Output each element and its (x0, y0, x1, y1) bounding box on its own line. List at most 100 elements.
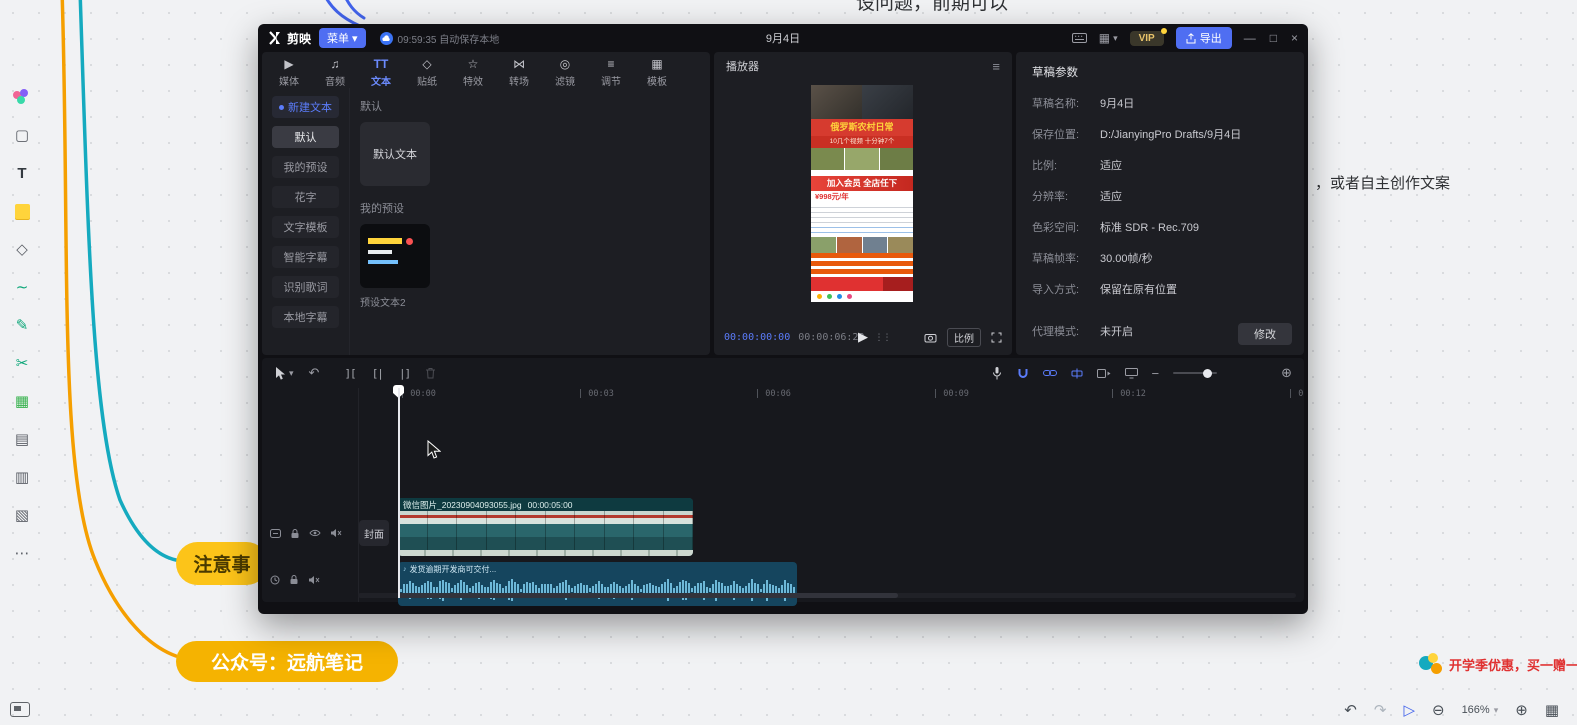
app-logo: 剪映 (268, 30, 311, 47)
mute-icon[interactable] (330, 528, 342, 538)
player-title: 播放器 (726, 58, 759, 74)
slider-handle[interactable] (1203, 369, 1212, 378)
video-clip[interactable]: 微信图片_20230904093055.jpg 00:00:05:00 (398, 498, 693, 556)
editor-window: 剪映 菜单 ▾ 09:59:35 自动保存本地 9月4日 ▦ ▾ VIP (258, 24, 1308, 614)
select-tool[interactable]: ▾ (274, 366, 294, 380)
link-toggle-icon[interactable] (1043, 368, 1057, 378)
mindmap-node-channel[interactable]: 公众号：远航笔记 (176, 641, 398, 682)
timeline-scrollbar-thumb[interactable] (398, 593, 898, 598)
tab-audio[interactable]: ♫音频 (312, 52, 358, 88)
menu-button[interactable]: 菜单 ▾ (319, 28, 366, 48)
media-icon: ▶ (284, 57, 293, 71)
tab-effects[interactable]: ☆特效 (450, 52, 496, 88)
whiteboard-canvas[interactable]: 设问题，前期可以 ，或者自主创作文案 ▢ T ◇ ∼ ✎ ✂ ▦ ▤ ▥ ▧ ⋯… (0, 0, 1577, 725)
nav-default[interactable]: 默认 (272, 126, 339, 148)
preview-banner-2: 加入会员 全店任下 (811, 176, 913, 191)
ratio-button[interactable]: 比例 (947, 328, 981, 347)
nav-my-presets[interactable]: 我的预设 (272, 156, 339, 178)
fit-timeline-icon[interactable]: ⊕ (1281, 365, 1292, 381)
lock-icon[interactable] (289, 574, 299, 585)
video-preview[interactable]: 俄罗斯农村日常 10几个视频 十分钟7个 加入会员 全店任下 ¥998元/年 (811, 85, 913, 302)
pen-icon[interactable]: ✎ (11, 314, 33, 336)
delete-icon[interactable] (425, 367, 436, 379)
layout-switch-control[interactable]: ▦ ▾ (1099, 31, 1118, 45)
timeline-tracks: 封面 微信图片_20230904093055.jpg 00:00:05:00 (262, 402, 1304, 602)
auto-beat-icon[interactable] (270, 575, 280, 585)
text-frame-icon[interactable]: ▤ (11, 428, 33, 450)
mute-icon[interactable] (308, 575, 320, 585)
timeline-zoom-slider[interactable] (1173, 372, 1217, 374)
player-menu-icon[interactable]: ≡ (992, 59, 1000, 74)
tab-adjust[interactable]: ≡调节 (588, 52, 634, 88)
nav-auto-captions[interactable]: 智能字幕 (272, 246, 339, 268)
play-button[interactable]: ▶ (858, 329, 868, 345)
cover-button[interactable]: 封面 (359, 520, 389, 546)
shortcut-keyboard-icon[interactable] (1072, 33, 1087, 43)
modify-button[interactable]: 修改 (1238, 323, 1292, 345)
palette-icon[interactable] (11, 86, 33, 108)
preview-axis-toggle-icon[interactable] (1071, 368, 1083, 379)
zoom-out-icon[interactable]: ⊖ (1432, 701, 1445, 719)
promo-badge[interactable]: 开学季优惠，买一赠一 (1418, 652, 1577, 676)
ruler-tick: | 00:12 (1110, 389, 1146, 399)
scissors-icon[interactable]: ✂ (11, 352, 33, 374)
text-tool-icon[interactable]: T (11, 162, 33, 184)
more-tools-icon[interactable]: ⋯ (11, 542, 33, 564)
nav-local-captions[interactable]: 本地字幕 (272, 306, 339, 328)
shape-icon[interactable]: ◇ (11, 238, 33, 260)
sticky-note-icon[interactable] (11, 200, 33, 222)
vip-badge[interactable]: VIP (1130, 31, 1164, 46)
playhead-line[interactable] (398, 388, 400, 598)
list-block-icon[interactable]: ▥ (11, 466, 33, 488)
tab-transitions[interactable]: ⋈转场 (496, 52, 542, 88)
default-text-card[interactable]: 默认文本 (360, 122, 430, 186)
tab-sticker[interactable]: ◇贴纸 (404, 52, 450, 88)
mindmap-side-text: ，或者自主创作文案 (1315, 172, 1450, 193)
presentation-corner-icon[interactable] (10, 702, 30, 717)
connector-curve-icon[interactable]: ∼ (11, 276, 33, 298)
table-icon[interactable]: ▦ (11, 390, 33, 412)
snap-toggle-icon[interactable] (1017, 368, 1029, 379)
maximize-button[interactable]: □ (1270, 31, 1277, 45)
undo-icon[interactable]: ↶ (1344, 701, 1357, 719)
nav-text-templates[interactable]: 文字模板 (272, 216, 339, 238)
record-voice-icon[interactable] (991, 366, 1003, 381)
track-display-icon[interactable] (1125, 368, 1138, 379)
zoom-level-control[interactable]: 166% ▾ (1462, 704, 1499, 716)
split-left-icon[interactable]: [| (372, 367, 383, 380)
nav-fancy-text[interactable]: 花字 (272, 186, 339, 208)
minimize-button[interactable]: — (1244, 31, 1256, 45)
frame-step-icon[interactable]: ⋮⋮ (874, 332, 890, 343)
zoom-in-icon[interactable]: ⊕ (1515, 701, 1528, 719)
frame-icon[interactable]: ▢ (11, 124, 33, 146)
export-button[interactable]: 导出 (1176, 27, 1232, 49)
nav-lyrics-recognition[interactable]: 识别歌词 (272, 276, 339, 298)
track-toggle-icon[interactable] (270, 529, 281, 538)
tab-filters[interactable]: ◎滤镜 (542, 52, 588, 88)
preset-text-thumbnail[interactable] (360, 224, 430, 288)
columns-icon[interactable]: ▧ (11, 504, 33, 526)
present-icon[interactable]: ▷ (1403, 701, 1415, 719)
snapshot-icon[interactable] (924, 332, 937, 343)
undo-icon[interactable]: ↶ (309, 365, 320, 381)
audio-track-controls (270, 574, 320, 585)
zoom-out-timeline-icon[interactable]: − (1152, 366, 1160, 381)
tab-media[interactable]: ▶媒体 (266, 52, 312, 88)
minimap-icon[interactable]: ▦ (1545, 701, 1559, 719)
close-button[interactable]: × (1291, 31, 1298, 45)
timeline-ruler[interactable]: | 00:00| 00:03| 00:06| 00:09| 00:12| 0 (262, 388, 1304, 402)
nav-new-text[interactable]: 新建文本 (272, 96, 339, 118)
cover-frame-icon[interactable] (1097, 369, 1111, 378)
tab-templates[interactable]: ▦模板 (634, 52, 680, 88)
adjust-icon: ≡ (607, 57, 614, 71)
audio-clip[interactable]: ♪ 发货逾期开发商可交付... (398, 562, 797, 606)
eye-icon[interactable] (309, 529, 321, 537)
split-icon[interactable]: ][ (344, 367, 355, 380)
audio-waveform (400, 576, 795, 604)
tab-text[interactable]: TT文本 (358, 52, 404, 88)
mindmap-node-note[interactable]: 注意事 (176, 542, 268, 585)
fullscreen-icon[interactable] (991, 332, 1002, 343)
split-right-icon[interactable]: |] (399, 367, 410, 380)
redo-icon[interactable]: ↷ (1374, 701, 1387, 719)
lock-icon[interactable] (290, 528, 300, 539)
